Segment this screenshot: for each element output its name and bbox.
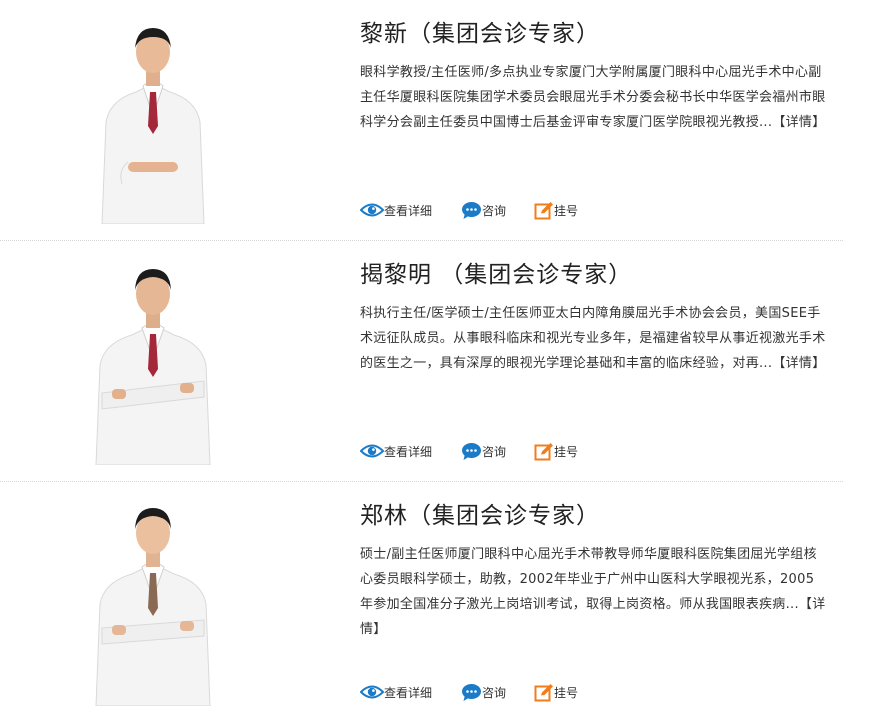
- doctor-list: 黎新（集团会诊专家） 眼科学教授/主任医师/多点执业专家厦门大学附属厦门眼科中心…: [0, 0, 872, 717]
- doctor-photo[interactable]: [88, 253, 218, 465]
- register-button[interactable]: 挂号: [534, 440, 578, 462]
- detail-link[interactable]: 【详情】: [772, 115, 825, 130]
- eye-icon: [360, 202, 384, 218]
- eye-icon: [360, 684, 384, 700]
- doctor-photo[interactable]: [88, 494, 218, 706]
- edit-icon: [534, 683, 554, 702]
- consult-button[interactable]: 咨询: [461, 199, 506, 221]
- view-detail-label: 查看详细: [384, 444, 433, 459]
- edit-icon: [534, 201, 554, 220]
- register-button[interactable]: 挂号: [534, 199, 578, 221]
- consult-button[interactable]: 咨询: [461, 440, 506, 462]
- doctor-photo[interactable]: [88, 12, 218, 224]
- doctor-name[interactable]: 揭黎明 （集团会诊专家）: [360, 255, 632, 289]
- view-detail-label: 查看详细: [384, 685, 433, 700]
- consult-label: 咨询: [482, 444, 507, 459]
- doctor-card: 郑林（集团会诊专家） 硕士/副主任医师厦门眼科中心屈光手术带教导师华厦眼科医院集…: [0, 482, 843, 717]
- register-label: 挂号: [554, 444, 579, 459]
- doctor-card: 揭黎明 （集团会诊专家） 科执行主任/医学硕士/主任医师亚太白内障角膜屈光手术协…: [0, 241, 843, 482]
- doctor-bio: 科执行主任/医学硕士/主任医师亚太白内障角膜屈光手术协会会员，美国SEE手术远征…: [360, 301, 826, 376]
- doctor-bio: 硕士/副主任医师厦门眼科中心屈光手术带教导师华厦眼科医院集团屈光学组核心委员眼科…: [360, 542, 826, 642]
- doctor-bio-text: 眼科学教授/主任医师/多点执业专家厦门大学附属厦门眼科中心屈光手术中心副主任华厦…: [360, 65, 826, 130]
- doctor-card: 黎新（集团会诊专家） 眼科学教授/主任医师/多点执业专家厦门大学附属厦门眼科中心…: [0, 0, 843, 241]
- doctor-name[interactable]: 郑林（集团会诊专家）: [360, 496, 600, 530]
- doctor-bio-text: 科执行主任/医学硕士/主任医师亚太白内障角膜屈光手术协会会员，美国SEE手术远征…: [360, 306, 826, 371]
- chat-bubble-icon: [461, 442, 482, 461]
- view-detail-button[interactable]: 查看详细: [360, 440, 432, 462]
- chat-bubble-icon: [461, 201, 482, 220]
- doctor-name[interactable]: 黎新（集团会诊专家）: [360, 14, 600, 48]
- doctor-bio: 眼科学教授/主任医师/多点执业专家厦门大学附属厦门眼科中心屈光手术中心副主任华厦…: [360, 60, 826, 135]
- view-detail-button[interactable]: 查看详细: [360, 681, 432, 703]
- eye-icon: [360, 443, 384, 459]
- consult-button[interactable]: 咨询: [461, 681, 506, 703]
- chat-bubble-icon: [461, 683, 482, 702]
- edit-icon: [534, 442, 554, 461]
- doctor-bio-text: 硕士/副主任医师厦门眼科中心屈光手术带教导师华厦眼科医院集团屈光学组核心委员眼科…: [360, 547, 817, 612]
- register-label: 挂号: [554, 685, 579, 700]
- consult-label: 咨询: [482, 203, 507, 218]
- register-label: 挂号: [554, 203, 579, 218]
- detail-link[interactable]: 【详情】: [772, 356, 825, 371]
- view-detail-button[interactable]: 查看详细: [360, 199, 432, 221]
- view-detail-label: 查看详细: [384, 203, 433, 218]
- consult-label: 咨询: [482, 685, 507, 700]
- register-button[interactable]: 挂号: [534, 681, 578, 703]
